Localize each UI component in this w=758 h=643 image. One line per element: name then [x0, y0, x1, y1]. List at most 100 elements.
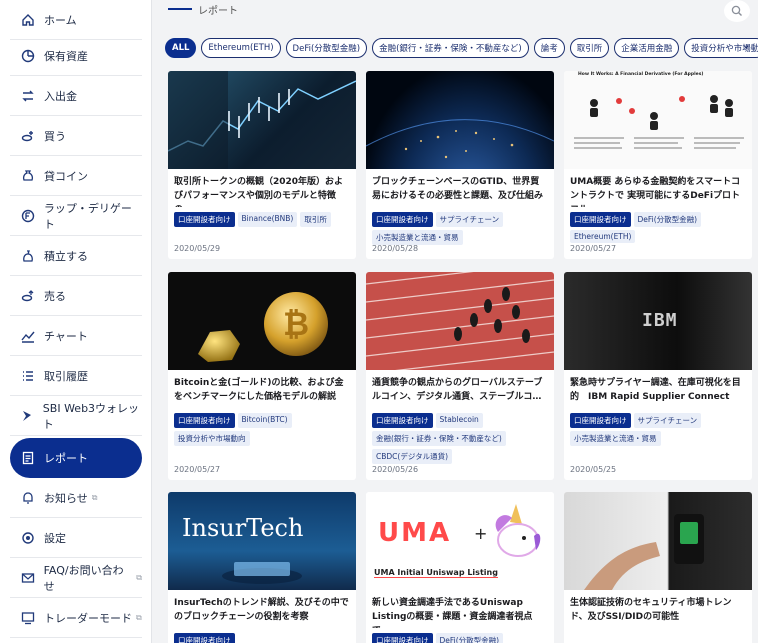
card-title: UMA概要 あらゆる金融契約をスマートコントラクトで 実現可能にするDeFiプロ…: [570, 177, 741, 207]
card-tag[interactable]: 取引所: [300, 212, 331, 227]
card-title: 緊急時サプライヤー調達、在庫可視化を目的 IBM Rapid Supplier …: [570, 378, 741, 402]
bitcoin-gold-image: ₿: [198, 292, 328, 362]
sidebar-item-label: 取引履歴: [44, 369, 88, 383]
sidebar-item-lend[interactable]: 貸コイン: [10, 156, 142, 196]
card-tag[interactable]: 口座開設者向け: [372, 633, 433, 643]
card-title: Bitcoinと金(ゴールド)の比較、および金をベンチマークにした価格モデルの解…: [174, 378, 344, 402]
report-card[interactable]: 取引所トークンの概観（2020年版）およびパフォーマンスや個別のモデルと特徴の……: [168, 71, 356, 259]
card-tag[interactable]: Binance(BNB): [237, 212, 298, 227]
card-tag[interactable]: 口座開設者向け: [372, 413, 433, 428]
trading-chart-image: [168, 71, 356, 169]
card-tag[interactable]: Stablecoin: [435, 413, 483, 428]
diagram-figures-image: [574, 95, 744, 149]
sidebar-item-sell[interactable]: 売る: [10, 276, 142, 316]
card-thumbnail: UMA + UMA Initial Uniswap Listing: [366, 492, 554, 590]
wallet-logo-icon: [20, 408, 35, 424]
filter-chip-ethereum[interactable]: Ethereum(ETH): [201, 38, 281, 58]
card-tag[interactable]: 小売製造業と流通・貿易: [372, 230, 463, 245]
wrap-icon: [20, 208, 36, 224]
card-date: 2020/05/29: [174, 244, 221, 253]
sidebar-item-label: ホーム: [44, 13, 77, 27]
sidebar-item-savings[interactable]: 積立する: [10, 236, 142, 276]
sidebar-item-label: トレーダーモード: [44, 611, 132, 625]
card-tag[interactable]: Ethereum(ETH): [570, 230, 636, 243]
card-date: 2020/05/27: [174, 465, 221, 474]
card-tags: 口座開設者向け サプライチェーン 小売製造業と流通・貿易: [366, 207, 554, 245]
card-tag[interactable]: 小売製造業と流通・貿易: [570, 431, 661, 446]
card-thumbnail: [168, 71, 356, 169]
sidebar-item-buy[interactable]: 買う: [10, 116, 142, 156]
card-thumbnail: [564, 492, 752, 590]
sidebar-item-label: 積立する: [44, 249, 88, 263]
filter-chip-all[interactable]: ALL: [165, 38, 197, 58]
sidebar-item-label: 売る: [44, 289, 66, 303]
report-card[interactable]: UMA + UMA Initial Uniswap Listing 新しい資金調…: [366, 492, 554, 643]
savings-icon: [20, 248, 36, 264]
sidebar-item-wrap[interactable]: ラップ・デリゲート: [10, 196, 142, 236]
sidebar-item-history[interactable]: 取引履歴: [10, 356, 142, 396]
card-title: InsurTechのトレンド解説、及びその中でのブロックチェーンの役割を考察: [174, 598, 349, 622]
card-tag[interactable]: CBDC(デジタル通貨): [372, 449, 453, 464]
trader-mode-icon: [20, 610, 36, 626]
report-card[interactable]: 通貨競争の観点からのグローバルステーブルコイン、デジタル通貨、ステーブルコ… 口…: [366, 272, 554, 480]
sell-coins-icon: [20, 288, 36, 304]
sidebar-item-notices[interactable]: お知らせ ⧉: [10, 478, 142, 518]
thumbnail-heading: How It Works: A Financial Derivative (Fo…: [578, 72, 704, 77]
sidebar-item-deposit[interactable]: 入出金: [10, 76, 142, 116]
card-tags: 口座開設者向け Binance(BNB) 取引所: [168, 207, 356, 227]
sidebar-item-home[interactable]: ホーム: [10, 0, 142, 40]
card-tags: 口座開設者向け サプライチェーン 小売製造業と流通・貿易: [564, 408, 752, 446]
sidebar-item-label: 保有資産: [44, 49, 88, 63]
sidebar-item-label: 入出金: [44, 89, 77, 103]
card-tag[interactable]: DeFi(分散型金融): [633, 212, 702, 227]
card-tag[interactable]: 口座開設者向け: [570, 413, 631, 428]
report-card[interactable]: IBM 緊急時サプライヤー調達、在庫可視化を目的 IBM Rapid Suppl…: [564, 272, 752, 480]
filter-chip-defi[interactable]: DeFi(分散型金融): [285, 38, 368, 58]
card-tag[interactable]: 口座開設者向け: [372, 212, 433, 227]
card-tag[interactable]: サプライチェーン: [633, 413, 702, 428]
filter-chip-exchange[interactable]: 取引所: [569, 38, 610, 58]
card-tags: 口座開設者向け DeFi(分散型金融): [366, 628, 554, 643]
home-icon: [20, 12, 36, 28]
sidebar-item-faq[interactable]: FAQ/お問い合わせ ⧉: [10, 558, 142, 598]
sidebar-item-chart[interactable]: チャート: [10, 316, 142, 356]
report-card[interactable]: ブロックチェーンベースのGTID、世界貿易におけるその必要性と課題、及び仕組み …: [366, 71, 554, 259]
card-tag[interactable]: 口座開設者向け: [174, 212, 235, 227]
external-link-icon: ⧉: [91, 492, 98, 502]
filter-chip-finance[interactable]: 金融(銀行・証券・保険・不動産など): [372, 38, 529, 58]
card-tag[interactable]: 口座開設者向け: [570, 212, 631, 227]
sidebar-item-trader-mode[interactable]: トレーダーモード ⧉: [10, 598, 142, 638]
biometric-scanner-image: [584, 514, 704, 590]
card-tag[interactable]: Bitcoin(BTC): [237, 413, 292, 428]
sidebar-item-report[interactable]: レポート: [10, 438, 142, 478]
external-link-icon: ⧉: [136, 572, 142, 582]
chevron-down-icon[interactable]: ⌄: [742, 40, 750, 51]
card-date: 2020/05/28: [372, 244, 419, 253]
sidebar-item-settings[interactable]: 設定: [10, 518, 142, 558]
report-card[interactable]: How It Works: A Financial Derivative (Fo…: [564, 71, 752, 259]
card-tag[interactable]: 口座開設者向け: [174, 413, 235, 428]
card-tag[interactable]: 口座開設者向け: [174, 633, 235, 643]
card-tag[interactable]: DeFi(分散型金融): [435, 633, 504, 643]
running-track-image: [366, 272, 554, 370]
sidebar-item-web3-wallet[interactable]: SBI Web3ウォレット: [10, 396, 142, 436]
card-tag[interactable]: サプライチェーン: [435, 212, 504, 227]
card-tag[interactable]: 投資分析や市場動向: [174, 431, 250, 446]
sidebar-item-label: レポート: [44, 452, 88, 465]
card-title: 通貨競争の観点からのグローバルステーブルコイン、デジタル通貨、ステーブルコ…: [372, 378, 543, 402]
sidebar-item-assets[interactable]: 保有資産: [10, 36, 142, 76]
card-title: ブロックチェーンベースのGTID、世界貿易におけるその必要性と課題、及び仕組み: [372, 177, 544, 201]
search-button[interactable]: [724, 0, 750, 22]
report-card[interactable]: 生体認証技術のセキュリティ市場トレンド、及びSSI/DIDの可能性: [564, 492, 752, 643]
sidebar: ホーム 保有資産 入出金 買う 貸コイン ラップ・デリゲート 積立する 売る チ…: [0, 0, 152, 643]
card-date: 2020/05/27: [570, 244, 617, 253]
report-card[interactable]: InsurTech InsurTechのトレンド解説、及びその中でのブロックチェ…: [168, 492, 356, 643]
filter-chips: ALL Ethereum(ETH) DeFi(分散型金融) 金融(銀行・証券・保…: [165, 38, 758, 58]
sidebar-item-label: 設定: [44, 531, 66, 545]
mail-icon: [20, 570, 36, 586]
sidebar-item-label: 買う: [44, 129, 66, 143]
report-card[interactable]: ₿ Bitcoinと金(ゴールド)の比較、および金をベンチマークにした価格モデル…: [168, 272, 356, 480]
filter-chip-corporate[interactable]: 企業活用金融: [614, 38, 680, 58]
card-tag[interactable]: 金融(銀行・証券・保険・不動産など): [372, 431, 506, 446]
filter-chip-essay[interactable]: 論考: [533, 38, 565, 58]
